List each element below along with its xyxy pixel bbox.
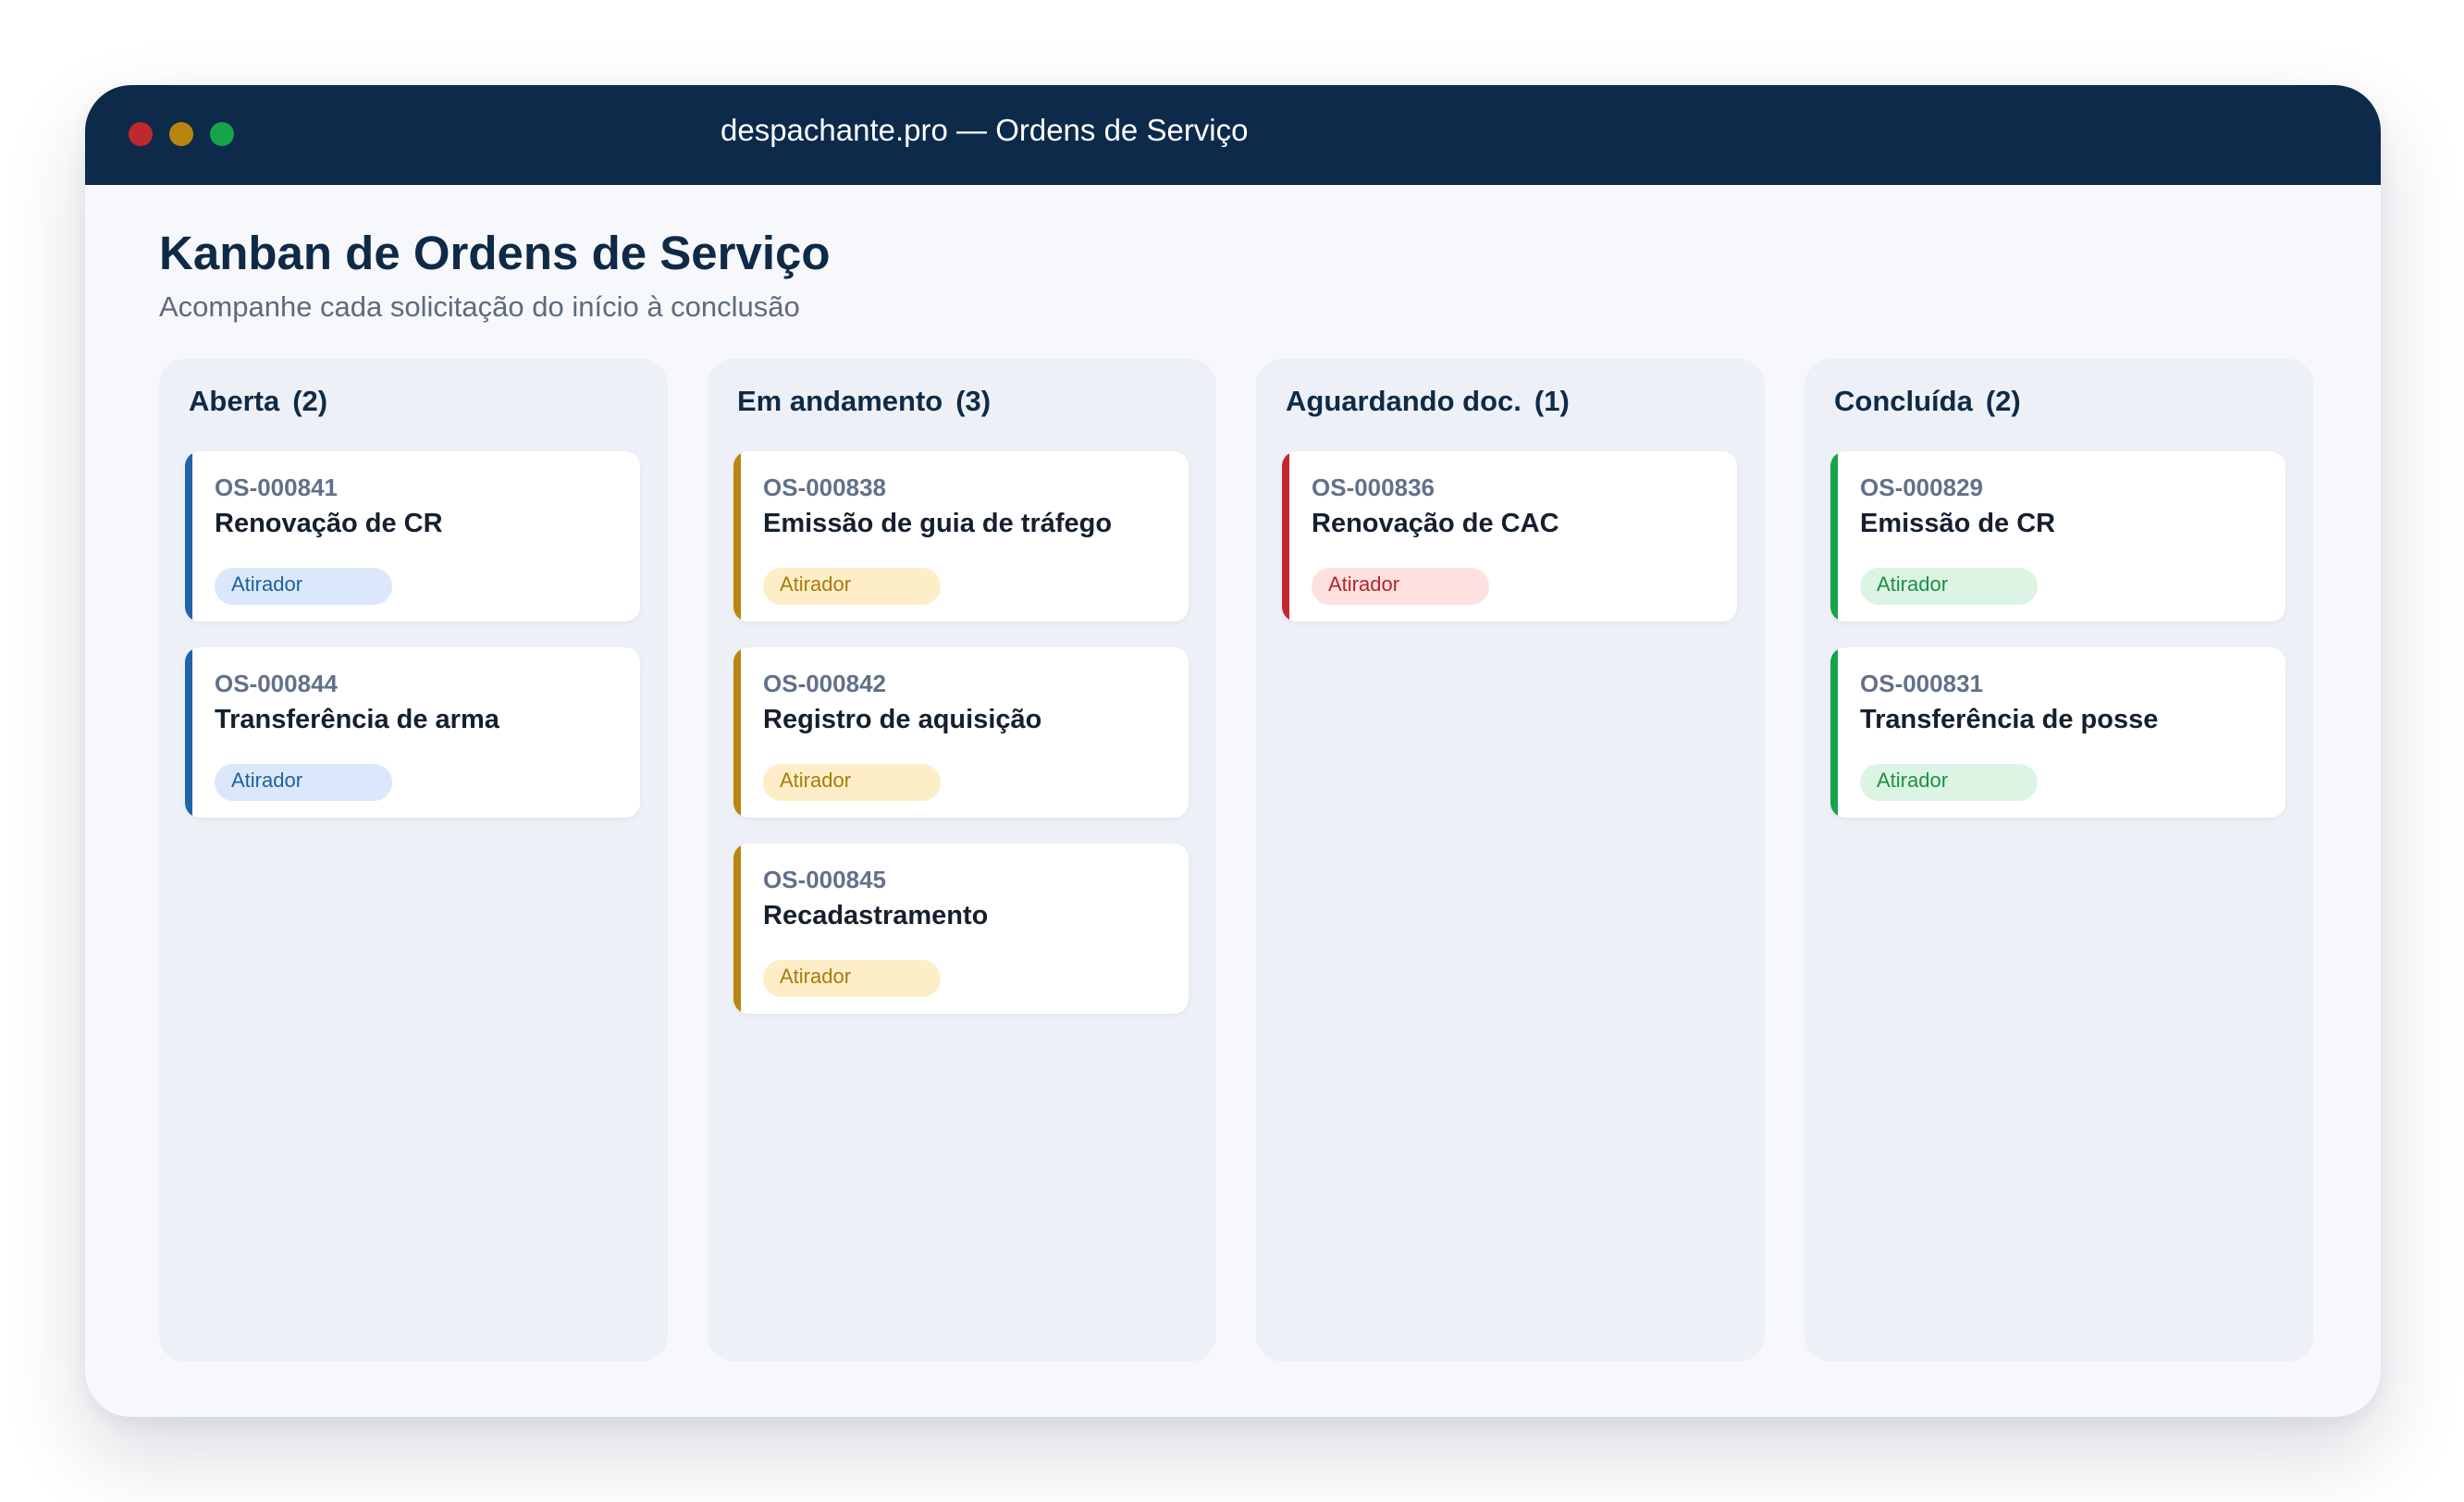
client-type-badge: Atirador: [215, 568, 392, 605]
card-title: Emissão de guia de tráfego: [763, 509, 1113, 538]
client-type-badge: Atirador: [763, 568, 941, 605]
client-type-badge: Atirador: [763, 960, 941, 997]
client-type-badge: Atirador: [1312, 568, 1489, 605]
service-order-card[interactable]: OS-000829 Emissão de CR Atirador: [1830, 451, 2285, 622]
service-order-card[interactable]: OS-000845 Recadastramento Atirador: [733, 843, 1189, 1014]
card-title: Registro de aquisição: [763, 705, 1042, 734]
app-window: despachante.pro — Ordens de Serviço Kanb…: [85, 85, 2381, 1417]
column-title: Aberta: [189, 385, 280, 417]
column-count: (2): [292, 385, 328, 417]
kanban-column: Aguardando doc. (1) OS-000836 Renovação de …: [1256, 359, 1765, 1361]
service-order-card[interactable]: OS-000838 Emissão de guia de tráfego Atira…: [733, 451, 1189, 622]
card-title: Transferência de posse: [1860, 705, 2159, 734]
card-order-id: OS-000844: [215, 670, 338, 697]
card-order-id: OS-000831: [1860, 670, 1983, 697]
card-status-accent: [733, 647, 741, 818]
column-header: Aberta (2): [189, 385, 327, 418]
card-order-id: OS-000829: [1860, 474, 1983, 501]
title-bar: despachante.pro — Ordens de Serviço: [85, 85, 2381, 185]
column-title: Aguardando doc.: [1286, 385, 1522, 417]
service-order-card[interactable]: OS-000836 Renovação de CAC Atirador: [1282, 451, 1737, 622]
card-title: Transferência de arma: [215, 705, 499, 734]
column-header: Concluída (2): [1834, 385, 2021, 418]
client-type-badge: Atirador: [1860, 764, 2038, 801]
card-status-accent: [185, 647, 192, 818]
column-header: Aguardando doc. (1): [1286, 385, 1570, 418]
card-title: Emissão de CR: [1860, 509, 2056, 538]
card-title: Renovação de CR: [215, 509, 443, 538]
service-order-card[interactable]: OS-000844 Transferência de arma Atirador: [185, 647, 640, 818]
column-title: Em andamento: [737, 385, 943, 417]
page-subtitle: Acompanhe cada solicitação do início à c…: [159, 290, 800, 323]
card-status-accent: [1282, 451, 1289, 622]
kanban-column: Concluída (2) OS-000829 Emissão de CR Atirad…: [1805, 359, 2313, 1361]
column-count: (2): [1985, 385, 2021, 417]
minimize-window-button[interactable]: [169, 122, 193, 146]
card-order-id: OS-000842: [763, 670, 886, 697]
service-order-card[interactable]: OS-000831 Transferência de posse Atirador: [1830, 647, 2285, 818]
column-header: Em andamento (3): [737, 385, 991, 418]
card-order-id: OS-000836: [1312, 474, 1435, 501]
card-order-id: OS-000838: [763, 474, 886, 501]
client-type-badge: Atirador: [763, 764, 941, 801]
kanban-column: Em andamento (3) OS-000838 Emissão de guia …: [708, 359, 1216, 1361]
card-status-accent: [1830, 647, 1838, 818]
card-status-accent: [733, 843, 741, 1014]
column-count: (3): [955, 385, 992, 417]
card-title: Recadastramento: [763, 901, 989, 930]
card-title: Renovação de CAC: [1312, 509, 1559, 538]
card-order-id: OS-000845: [763, 866, 886, 893]
client-type-badge: Atirador: [215, 764, 392, 801]
close-window-button[interactable]: [129, 122, 153, 146]
card-status-accent: [733, 451, 741, 622]
card-order-id: OS-000841: [215, 474, 338, 501]
window-title: despachante.pro — Ordens de Serviço: [721, 113, 1249, 147]
card-status-accent: [185, 451, 192, 622]
client-type-badge: Atirador: [1860, 568, 2038, 605]
page-title: Kanban de Ordens de Serviço: [159, 227, 831, 279]
column-title: Concluída: [1834, 385, 1973, 417]
kanban-column: Aberta (2) OS-000841 Renovação de CR Atirado…: [159, 359, 668, 1361]
service-order-card[interactable]: OS-000842 Registro de aquisição Atirador: [733, 647, 1189, 818]
card-status-accent: [1830, 451, 1838, 622]
service-order-card[interactable]: OS-000841 Renovação de CR Atirador: [185, 451, 640, 622]
maximize-window-button[interactable]: [210, 122, 234, 146]
column-count: (1): [1534, 385, 1570, 417]
